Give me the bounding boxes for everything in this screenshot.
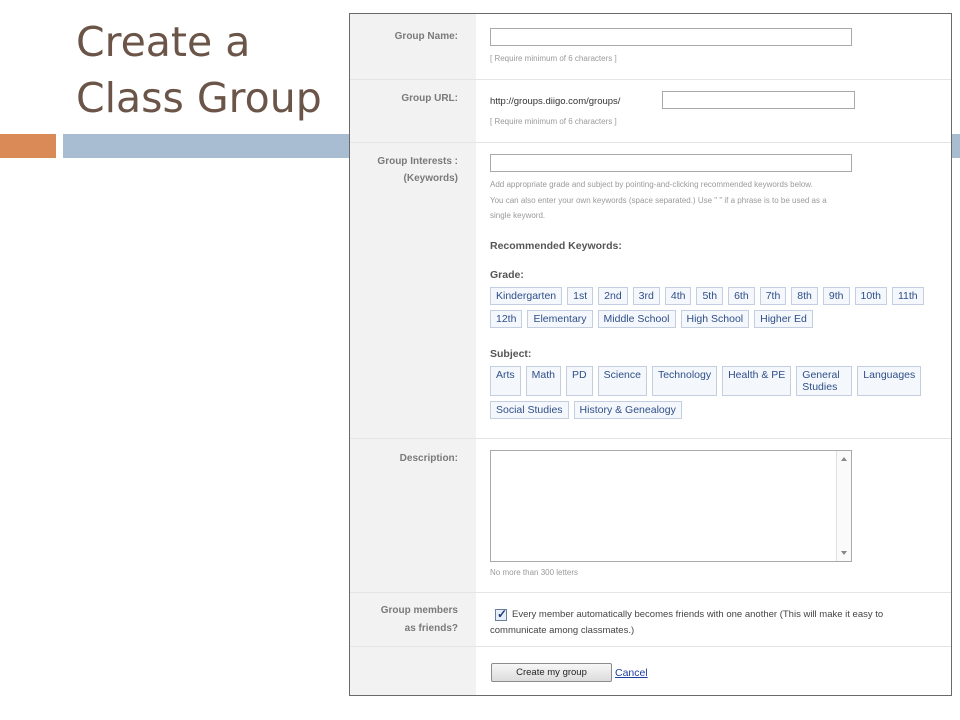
grade-keyword-chip[interactable]: 8th (791, 287, 818, 305)
row-divider (350, 646, 951, 647)
interests-label-line2: (Keywords) (403, 173, 458, 184)
friends-label-line1: Group members (380, 605, 458, 616)
grade-keyword-chip[interactable]: Elementary (527, 310, 593, 328)
accent-bar-orange (0, 134, 56, 158)
grade-keyword-chip[interactable]: High School (680, 310, 750, 328)
interests-label-line1: Group Interests : (377, 156, 458, 167)
description-label: Description: (399, 453, 458, 464)
interests-hint: Add appropriate grade and subject by poi… (490, 177, 870, 224)
subject-keyword-chip[interactable]: Social Studies (490, 401, 569, 419)
interests-hint-line2: You can also enter your own keywords (sp… (490, 195, 827, 205)
group-url-hint: [ Require minimum of 6 characters ] (490, 117, 617, 126)
grade-keyword-chip[interactable]: 9th (822, 287, 850, 305)
subject-keyword-chip[interactable]: General Studies (796, 366, 853, 396)
grade-keyword-chip[interactable]: 3rd (632, 287, 660, 305)
friends-label-line2: as friends? (404, 623, 458, 634)
grade-keyword-chip[interactable]: 12th (490, 310, 523, 328)
interests-hint-line3: single keyword. (490, 211, 546, 220)
subject-keyword-chip[interactable]: PD (566, 366, 593, 396)
subject-keyword-chip[interactable]: Technology (651, 366, 718, 396)
grade-keyword-chip[interactable]: 5th (696, 287, 724, 305)
interests-hint-line1: Add appropriate grade and subject by poi… (490, 180, 813, 189)
friends-description: Every member automatically becomes frien… (490, 609, 884, 636)
group-url-input[interactable] (662, 91, 855, 109)
triangle-down-icon[interactable] (841, 551, 847, 555)
row-divider (350, 592, 951, 593)
subject-keyword-chip[interactable]: Science (597, 366, 647, 396)
grade-keyword-chip[interactable]: Higher Ed (754, 310, 813, 328)
description-textarea[interactable] (490, 450, 852, 562)
grade-keyword-chip[interactable]: Middle School (597, 310, 676, 328)
group-name-hint: [ Require minimum of 6 characters ] (490, 54, 617, 63)
interests-input[interactable] (490, 154, 852, 172)
group-url-prefix: http://groups.diigo.com/groups/ (490, 96, 621, 107)
grade-keyword-chip[interactable]: 4th (664, 287, 692, 305)
create-group-form-screenshot: Group Name: [ Require minimum of 6 chara… (349, 13, 952, 696)
subject-keyword-chip[interactable]: Health & PE (722, 366, 792, 396)
grade-keyword-chip[interactable]: 11th (891, 287, 924, 305)
slide-title-line1: Create a (76, 18, 251, 66)
group-url-label: Group URL: (401, 93, 458, 104)
subject-keyword-list: Arts Math PD Science Technology Health & PE Ge… (490, 366, 940, 419)
row-divider (350, 79, 951, 80)
grade-keyword-chip[interactable]: 6th (728, 287, 755, 305)
textarea-scrollbar[interactable] (836, 451, 851, 561)
grade-label: Grade: (490, 269, 524, 281)
subject-keyword-chip[interactable]: Math (525, 366, 562, 396)
cancel-link[interactable]: Cancel (615, 667, 648, 679)
grade-keyword-chip[interactable]: 1st (567, 287, 594, 305)
grade-keyword-chip[interactable]: 7th (759, 287, 787, 305)
grade-keyword-chip[interactable]: Kindergarten (490, 287, 563, 305)
group-name-label: Group Name: (394, 31, 458, 42)
triangle-up-icon[interactable] (841, 457, 847, 461)
slide-title-line2: Class Group (76, 74, 322, 122)
recommended-keywords-label: Recommended Keywords: (490, 240, 622, 252)
description-hint: No more than 300 letters (490, 568, 579, 577)
create-group-button[interactable]: Create my group (491, 663, 612, 682)
row-divider (350, 438, 951, 439)
subject-keyword-chip[interactable]: Arts (490, 366, 521, 396)
subject-keyword-chip[interactable]: History & Genealogy (573, 401, 682, 419)
slide-title: Create a Class Group (76, 14, 322, 126)
row-divider (350, 142, 951, 143)
subject-label: Subject: (490, 348, 532, 360)
grade-keyword-list: Kindergarten 1st 2nd 3rd 4th 5th 6th 7th 8th 9th 1… (490, 287, 940, 328)
grade-keyword-chip[interactable]: 2nd (598, 287, 628, 305)
group-name-input[interactable] (490, 28, 852, 46)
grade-keyword-chip[interactable]: 10th (854, 287, 887, 305)
subject-keyword-chip[interactable]: Languages (857, 366, 922, 396)
